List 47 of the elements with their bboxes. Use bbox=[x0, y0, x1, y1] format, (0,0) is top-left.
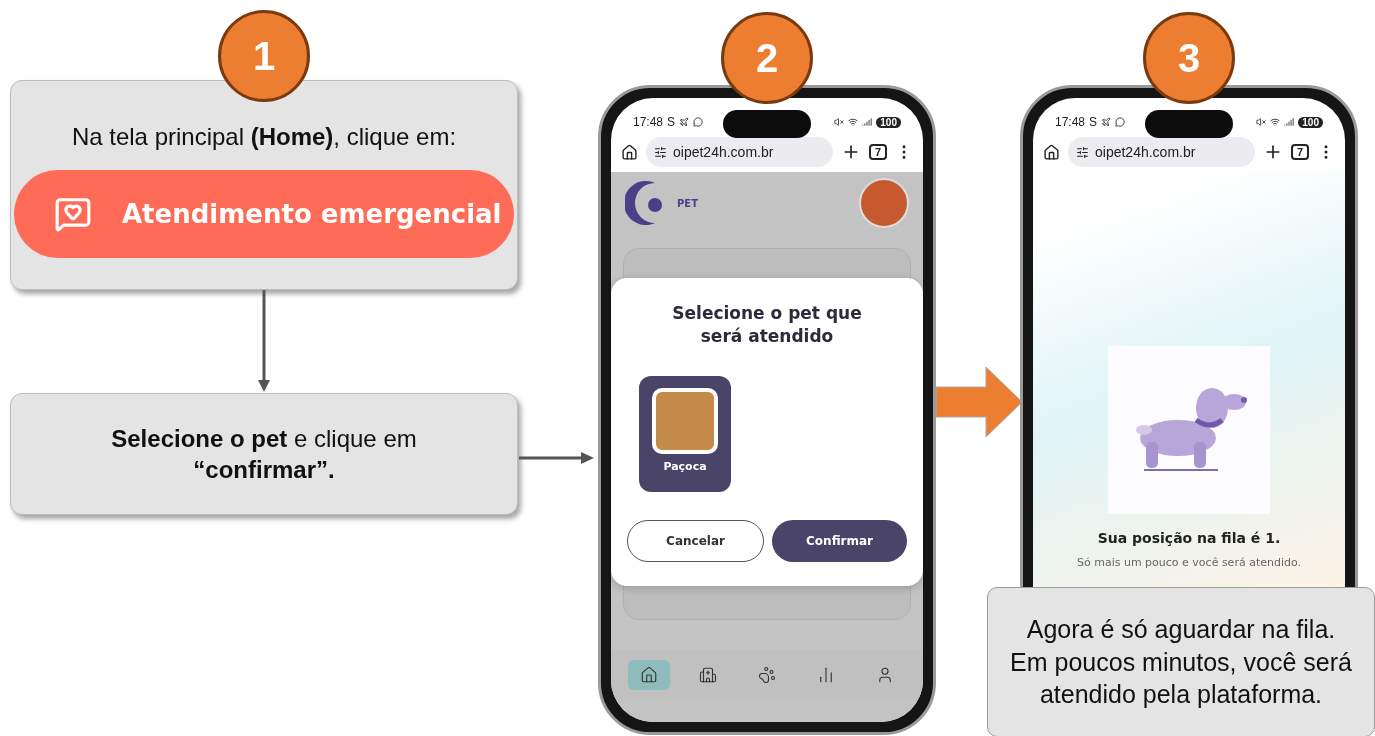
cancel-button[interactable]: Cancelar bbox=[627, 519, 764, 562]
step-number: 3 bbox=[1143, 12, 1235, 104]
plane-icon bbox=[1101, 117, 1112, 127]
pet-name: Paçoca bbox=[663, 459, 707, 473]
callout-text: Agora é só aguardar na fila. bbox=[1026, 614, 1336, 646]
address-bar[interactable]: oipet24h.com.br bbox=[646, 137, 833, 167]
signal-icon bbox=[862, 117, 873, 127]
signal-icon bbox=[1284, 117, 1295, 127]
home-icon bbox=[639, 666, 658, 684]
photo-placeholder bbox=[652, 387, 718, 454]
status-time: 17:48 bbox=[633, 115, 664, 129]
instruction-text: Na tela principal (Home), clique em: bbox=[71, 122, 457, 152]
step-number: 2 bbox=[721, 12, 813, 104]
site-settings-icon bbox=[1076, 145, 1089, 159]
instruction-text: Selecione o pet e clique em “confirmar”. bbox=[110, 423, 418, 485]
address-bar[interactable]: oipet24h.com.br bbox=[1068, 137, 1255, 167]
battery-level: 100 bbox=[1298, 116, 1323, 128]
step-number: 1 bbox=[218, 10, 310, 102]
heart-message-icon bbox=[54, 195, 92, 234]
wifi-icon bbox=[848, 117, 859, 127]
chat-icon bbox=[1115, 117, 1126, 127]
avatar[interactable] bbox=[859, 178, 909, 228]
battery-level: 100 bbox=[876, 116, 901, 128]
dialog-title: Selecione o pet que será atendido bbox=[671, 302, 863, 348]
home-icon[interactable] bbox=[621, 143, 638, 161]
queue-position-title: Sua posição na fila é 1. bbox=[1097, 530, 1281, 546]
nav-button[interactable] bbox=[627, 660, 670, 690]
wifi-icon bbox=[1270, 117, 1281, 127]
status-app-letter: S bbox=[667, 115, 676, 129]
mute-icon bbox=[834, 117, 845, 127]
tab-count[interactable]: 7 bbox=[1290, 144, 1309, 160]
site-settings-icon bbox=[654, 145, 667, 159]
status-time: 17:48 bbox=[1055, 115, 1086, 129]
confirm-button[interactable]: Confirmar bbox=[772, 519, 907, 562]
tab-count[interactable]: 7 bbox=[868, 144, 887, 160]
callout-text: Em poucos minutos, você será bbox=[1010, 646, 1352, 678]
queue-subtitle: Só mais um pouco e você será atendido. bbox=[1077, 556, 1301, 569]
callout-text: atendido pela plataforma. bbox=[1039, 679, 1323, 711]
status-app-letter: S bbox=[1089, 115, 1098, 129]
home-icon[interactable] bbox=[1043, 143, 1060, 161]
pet-card[interactable]: Paçoca bbox=[639, 375, 731, 492]
mute-icon bbox=[1256, 117, 1267, 127]
chat-icon bbox=[693, 117, 704, 127]
plane-icon bbox=[679, 117, 690, 127]
hospital-icon bbox=[698, 666, 717, 684]
paw-icon bbox=[757, 666, 776, 684]
logo-text: PET bbox=[677, 197, 698, 209]
